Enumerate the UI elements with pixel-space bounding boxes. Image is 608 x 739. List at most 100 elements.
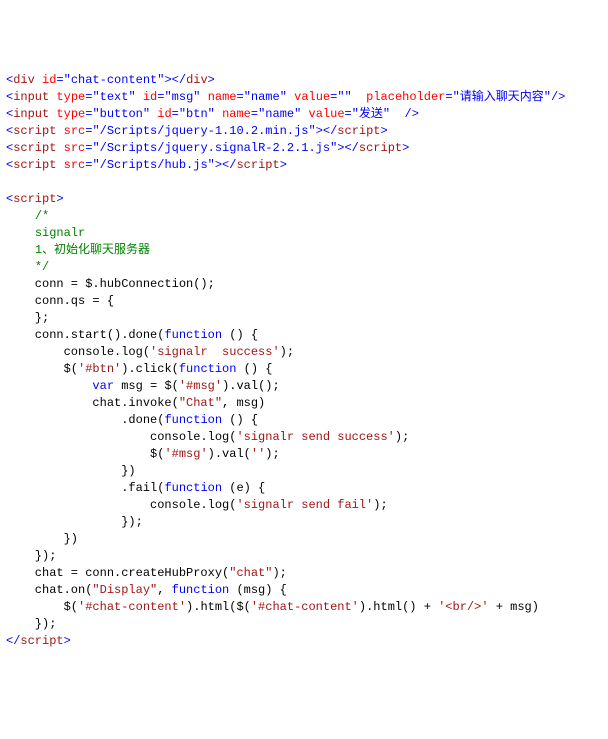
token-plain: ).click(: [121, 362, 179, 376]
token-tag: >: [208, 73, 215, 87]
token-val: "": [337, 90, 351, 104]
token-tag: =: [237, 90, 244, 104]
token-tag: />: [405, 107, 419, 121]
token-val: "/Scripts/jquery-1.10.2.min.js": [92, 124, 315, 138]
token-str: '<br/>': [438, 600, 488, 614]
token-str: 'signalr success': [150, 345, 280, 359]
token-name: script: [359, 141, 402, 155]
code-line: <script src="/Scripts/hub.js"></script>: [6, 157, 602, 174]
code-line: <script>: [6, 191, 602, 208]
code-line: .done(function () {: [6, 412, 602, 429]
token-plain: .fail(: [6, 481, 164, 495]
token-name: input: [13, 90, 49, 104]
token-plain: chat.on(: [6, 583, 92, 597]
token-tag: =: [172, 107, 179, 121]
token-name: script: [13, 192, 56, 206]
token-kw: function: [179, 362, 237, 376]
token-str: '#msg': [164, 447, 207, 461]
token-plain: console.log(: [6, 345, 150, 359]
token-tag: >: [56, 192, 63, 206]
token-plain: .done(: [6, 413, 164, 427]
token-plain: [390, 107, 404, 121]
token-plain: chat = conn.createHubProxy(: [6, 566, 229, 580]
token-name: script: [337, 124, 380, 138]
token-str: '': [251, 447, 265, 461]
token-tag: ></: [337, 141, 359, 155]
token-plain: ,: [157, 583, 171, 597]
token-val: "发送": [352, 107, 390, 121]
token-attr: value: [294, 90, 330, 104]
token-plain: [35, 73, 42, 87]
token-attr: id: [157, 107, 171, 121]
token-str: '#chat-content': [251, 600, 359, 614]
code-line: $('#msg').val('');: [6, 446, 602, 463]
token-plain: console.log(: [6, 498, 236, 512]
token-plain: [136, 90, 143, 104]
code-line: $('#btn').click(function () {: [6, 361, 602, 378]
token-plain: });: [6, 549, 56, 563]
token-tag: =: [445, 90, 452, 104]
token-val: "btn": [179, 107, 215, 121]
token-plain: [215, 107, 222, 121]
token-attr: id: [42, 73, 56, 87]
token-cmt: /*: [35, 209, 49, 223]
token-plain: $(: [6, 600, 78, 614]
code-line: chat.invoke("Chat", msg): [6, 395, 602, 412]
token-name: input: [13, 107, 49, 121]
token-plain: msg = $(: [114, 379, 179, 393]
token-plain: ).val(: [208, 447, 251, 461]
token-plain: conn = $.hubConnection();: [6, 277, 215, 291]
token-plain: (msg) {: [229, 583, 287, 597]
token-tag: >: [402, 141, 409, 155]
token-attr: src: [64, 124, 86, 138]
token-name: script: [13, 158, 56, 172]
code-line: console.log('signalr success');: [6, 344, 602, 361]
token-tag: =: [345, 107, 352, 121]
code-line: */: [6, 259, 602, 276]
token-kw: function: [172, 583, 230, 597]
code-line: });: [6, 514, 602, 531]
token-tag: =: [56, 73, 63, 87]
token-plain: ).html() +: [359, 600, 438, 614]
token-name: div: [186, 73, 208, 87]
code-line: conn = $.hubConnection();: [6, 276, 602, 293]
code-line: }): [6, 531, 602, 548]
token-plain: );: [280, 345, 294, 359]
token-name: script: [20, 634, 63, 648]
token-plain: conn.start().done(: [6, 328, 164, 342]
code-line: conn.start().done(function () {: [6, 327, 602, 344]
token-val: "button": [92, 107, 150, 121]
code-line: signalr: [6, 225, 602, 242]
code-line: console.log('signalr send success');: [6, 429, 602, 446]
code-line: [6, 174, 602, 191]
token-plain: [6, 260, 35, 274]
token-plain: );: [272, 566, 286, 580]
token-plain: , msg): [222, 396, 265, 410]
token-attr: placeholder: [366, 90, 445, 104]
token-plain: };: [6, 311, 49, 325]
token-plain: [56, 158, 63, 172]
token-plain: + msg): [489, 600, 539, 614]
code-line: $('#chat-content').html($('#chat-content…: [6, 599, 602, 616]
token-plain: });: [6, 515, 143, 529]
token-plain: () {: [222, 413, 258, 427]
token-cmt: */: [35, 260, 49, 274]
token-plain: });: [6, 617, 56, 631]
token-plain: conn.qs = {: [6, 294, 114, 308]
code-line: /*: [6, 208, 602, 225]
token-val: "chat-content": [64, 73, 165, 87]
token-attr: type: [56, 90, 85, 104]
token-tag: ></: [316, 124, 338, 138]
code-line: <script src="/Scripts/jquery-1.10.2.min.…: [6, 123, 602, 140]
token-cmt: 1、初始化聊天服务器: [35, 243, 150, 257]
token-plain: );: [265, 447, 279, 461]
token-tag: >: [381, 124, 388, 138]
code-line: <script src="/Scripts/jquery.signalR-2.2…: [6, 140, 602, 157]
token-plain: [6, 226, 35, 240]
code-line: </script>: [6, 633, 602, 650]
token-plain: $(: [6, 447, 164, 461]
token-plain: [301, 107, 308, 121]
token-plain: chat.invoke(: [6, 396, 179, 410]
token-name: script: [13, 124, 56, 138]
token-kw: function: [164, 481, 222, 495]
